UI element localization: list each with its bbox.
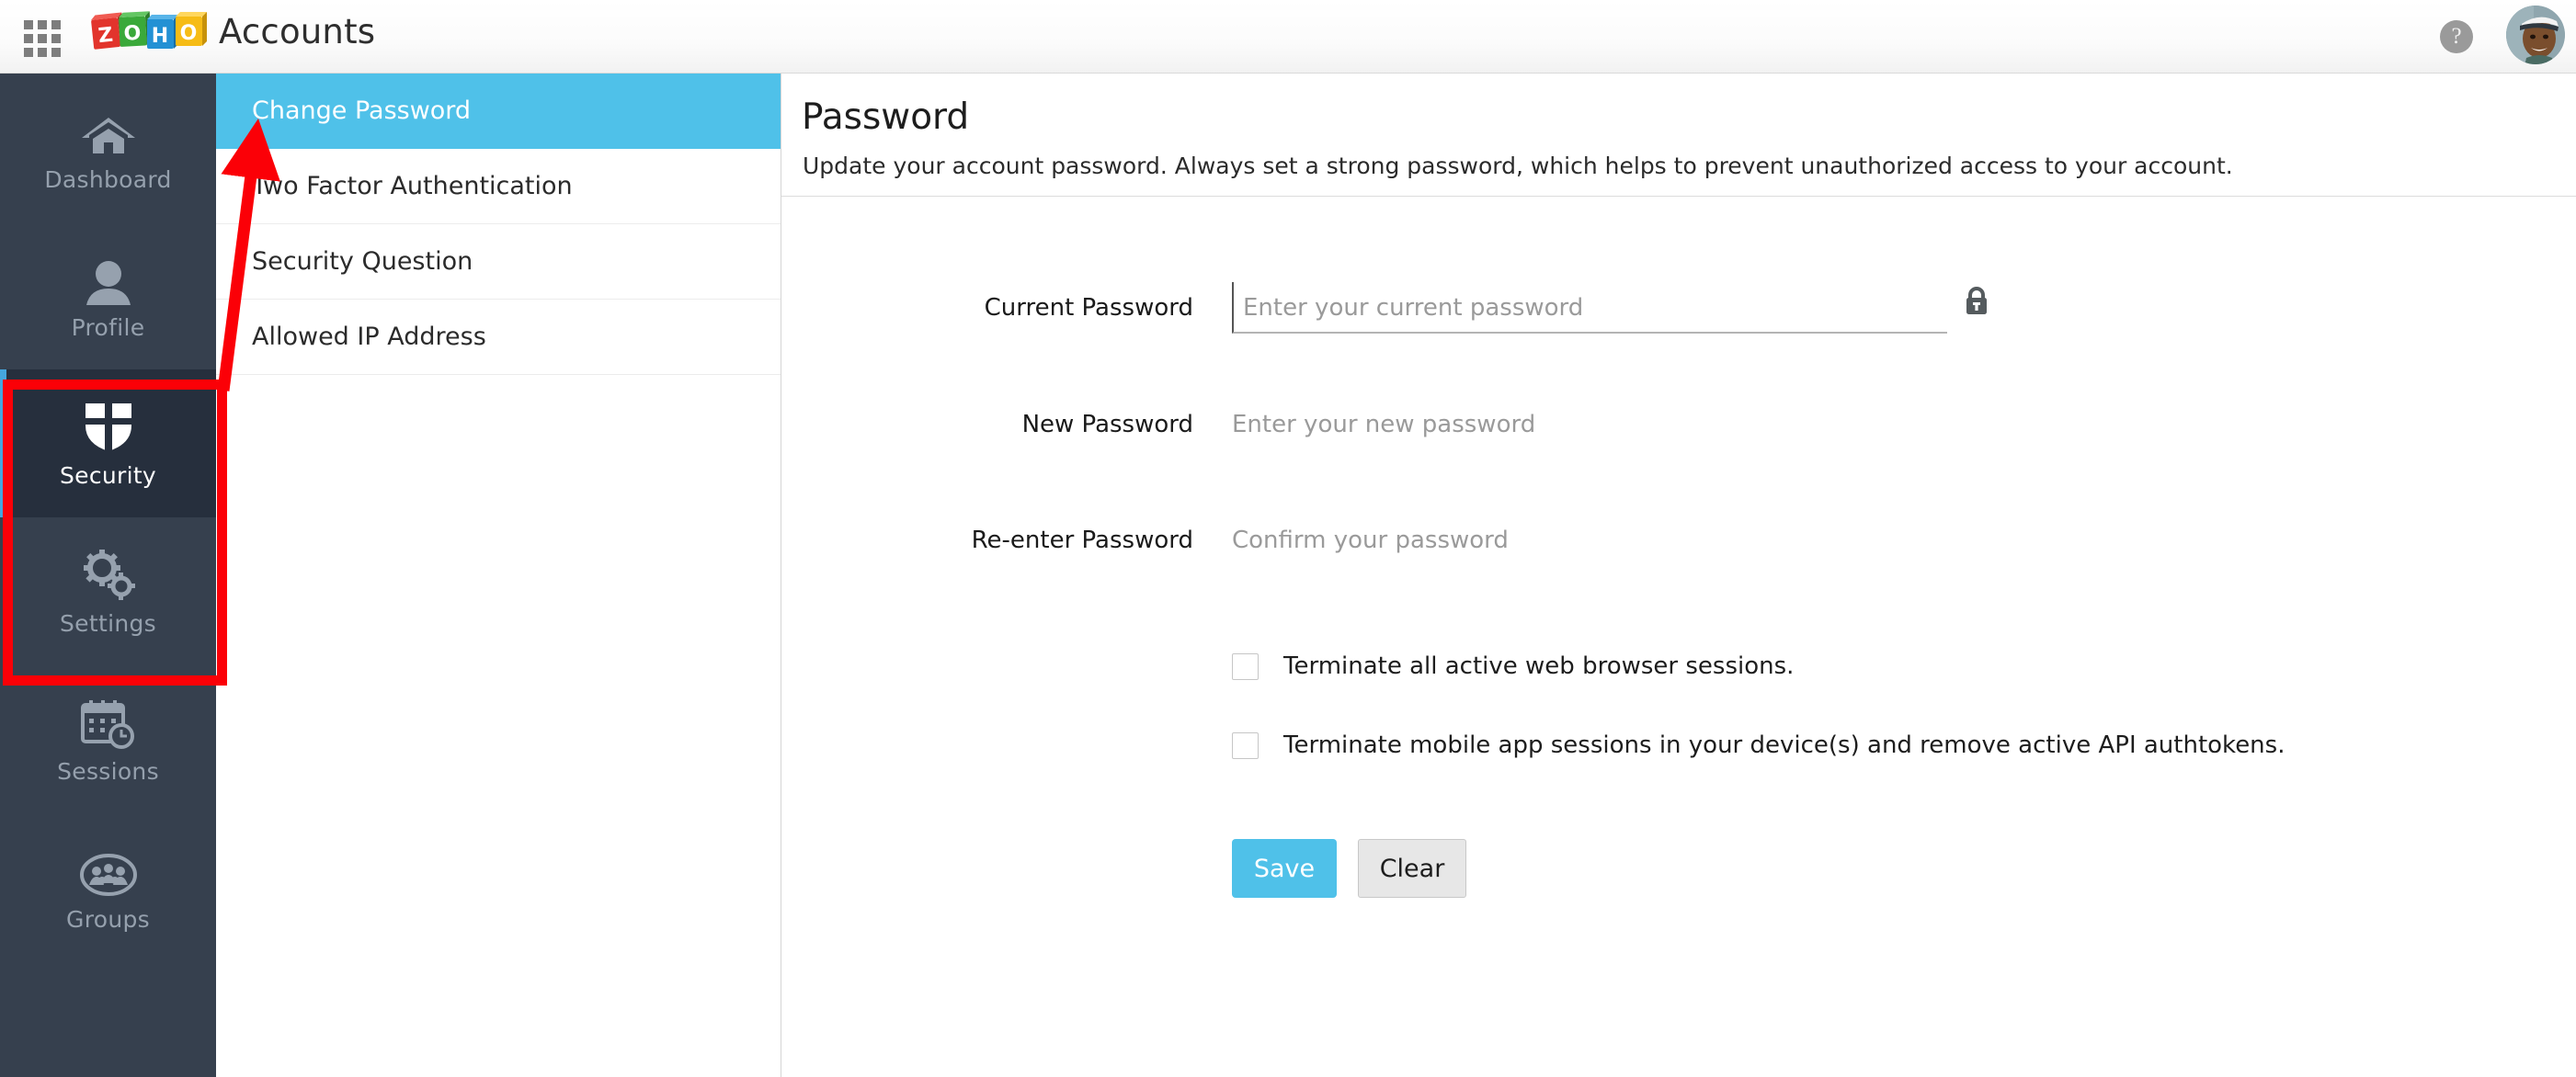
- subnav-item-allowed-ip-address[interactable]: Allowed IP Address: [216, 300, 781, 375]
- avatar[interactable]: [2506, 6, 2565, 64]
- save-button[interactable]: Save: [1232, 839, 1337, 898]
- terminate-web-sessions-checkbox[interactable]: [1232, 653, 1259, 680]
- apps-grid-icon[interactable]: [24, 20, 64, 57]
- new-password-label: New Password: [1021, 411, 1193, 438]
- subnav-item-label: Two Factor Authentication: [252, 172, 573, 200]
- sidebar-item-label: Groups: [66, 906, 150, 933]
- calendar-clock-icon: [78, 694, 139, 749]
- sidebar-item-label: Sessions: [57, 758, 159, 785]
- subnav-item-label: Security Question: [252, 247, 473, 276]
- sidebar-item-profile[interactable]: Profile: [0, 221, 216, 369]
- section-subtitle: Update your account password. Always set…: [803, 153, 2233, 179]
- subnav-item-two-factor-authentication[interactable]: Two Factor Authentication: [216, 149, 781, 224]
- person-icon: [78, 250, 139, 305]
- form-row-new-password: New Password Enter your new password: [781, 399, 2576, 450]
- main-content: Password Update your account password. A…: [781, 74, 2576, 1077]
- form-row-current-password: Current Password Enter your current pass…: [781, 282, 2576, 334]
- terminate-mobile-sessions-label: Terminate mobile app sessions in your de…: [1283, 731, 2285, 759]
- sidebar-item-label: Security: [59, 462, 157, 489]
- sidebar-item-label: Dashboard: [44, 166, 172, 193]
- grid-cell: [24, 48, 33, 57]
- subnav-item-label: Change Password: [252, 96, 472, 125]
- grid-cell: [38, 20, 47, 29]
- lock-icon: [1966, 287, 1987, 314]
- section-title: Password: [802, 96, 970, 138]
- clear-button[interactable]: Clear: [1358, 839, 1466, 898]
- shield-icon: [78, 398, 139, 453]
- svg-text:H: H: [152, 25, 168, 48]
- sidebar: Dashboard Profile Security Settings Sess…: [0, 74, 216, 1077]
- current-password-label: Current Password: [984, 294, 1193, 322]
- svg-text:Z: Z: [97, 24, 114, 49]
- zoho-logo[interactable]: Z O H O: [90, 11, 208, 57]
- grid-cell: [38, 34, 47, 43]
- sidebar-item-settings[interactable]: Settings: [0, 517, 216, 665]
- subnav-item-change-password[interactable]: Change Password: [216, 74, 781, 149]
- top-bar: Z O H O Accounts ?: [0, 0, 2576, 74]
- reenter-password-label: Re-enter Password: [971, 527, 1193, 554]
- home-icon: [78, 102, 139, 157]
- sidebar-item-label: Profile: [71, 314, 145, 341]
- grid-cell: [38, 48, 47, 57]
- content-divider: [781, 196, 2576, 197]
- form-actions: Save Clear: [781, 839, 2576, 898]
- grid-cell: [51, 20, 61, 29]
- secondary-nav: Change Password Two Factor Authenticatio…: [216, 74, 781, 1077]
- new-password-input[interactable]: Enter your new password: [1232, 399, 1940, 450]
- sidebar-item-groups[interactable]: Groups: [0, 813, 216, 961]
- svg-text:O: O: [180, 22, 198, 45]
- form-row-reenter-password: Re-enter Password Confirm your password: [781, 515, 2576, 566]
- checkbox-row-terminate-mobile-sessions[interactable]: Terminate mobile app sessions in your de…: [1232, 729, 2427, 767]
- people-group-icon: [78, 842, 139, 897]
- checkbox-row-terminate-web-sessions[interactable]: Terminate all active web browser session…: [1232, 650, 2427, 688]
- terminate-mobile-sessions-checkbox[interactable]: [1232, 732, 1259, 759]
- help-icon[interactable]: ?: [2440, 20, 2473, 53]
- sidebar-item-security[interactable]: Security: [0, 369, 216, 517]
- grid-cell: [51, 34, 61, 43]
- reenter-password-input[interactable]: Confirm your password: [1232, 515, 1940, 566]
- current-password-input[interactable]: Enter your current password: [1232, 282, 1947, 334]
- page-title: Accounts: [219, 12, 376, 51]
- subnav-item-label: Allowed IP Address: [252, 323, 486, 351]
- gears-icon: [78, 546, 139, 601]
- svg-text:O: O: [123, 22, 142, 46]
- grid-cell: [24, 34, 33, 43]
- sidebar-item-sessions[interactable]: Sessions: [0, 665, 216, 813]
- terminate-web-sessions-label: Terminate all active web browser session…: [1283, 652, 1795, 680]
- grid-cell: [24, 20, 33, 29]
- grid-cell: [51, 48, 61, 57]
- sidebar-item-dashboard[interactable]: Dashboard: [0, 74, 216, 221]
- subnav-item-security-question[interactable]: Security Question: [216, 224, 781, 300]
- sidebar-item-label: Settings: [60, 610, 156, 637]
